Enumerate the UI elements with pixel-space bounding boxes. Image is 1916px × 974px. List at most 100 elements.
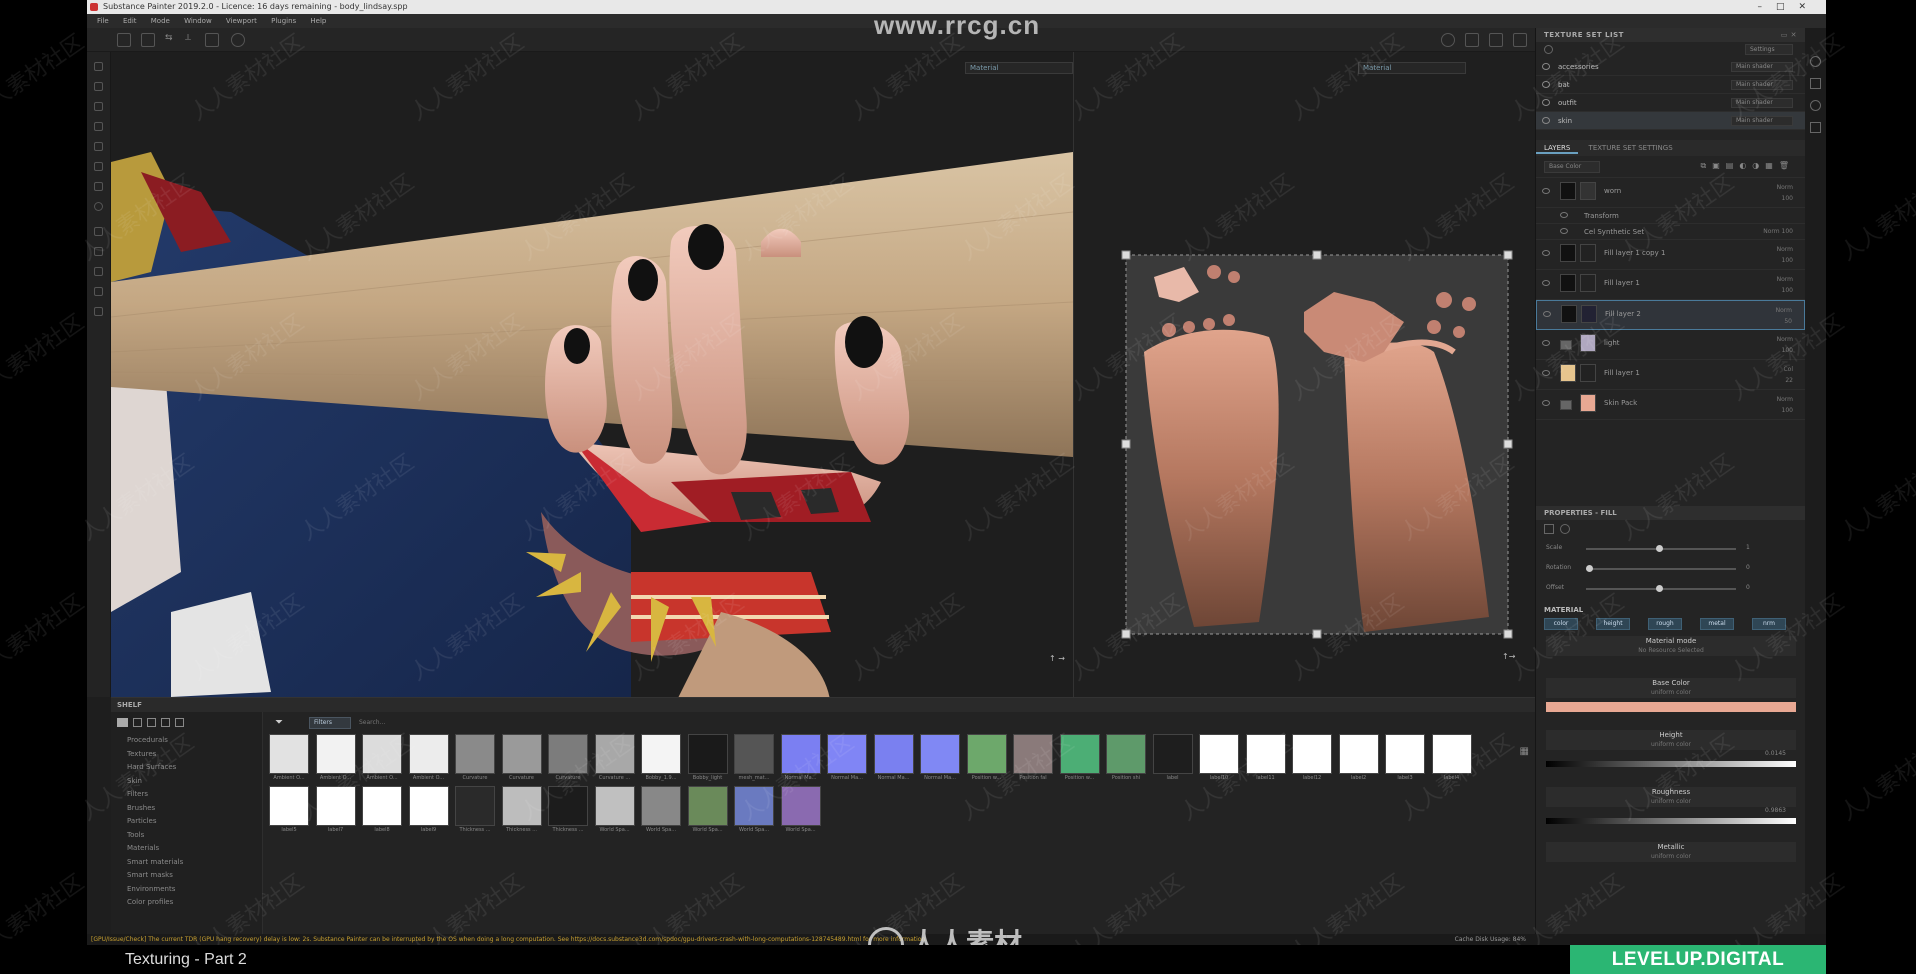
shelf-thumbnail[interactable] (362, 786, 402, 826)
material-metal-button[interactable]: metal (1700, 618, 1734, 630)
shelf-search-input[interactable] (357, 716, 537, 729)
shader-dock-icon[interactable] (1810, 122, 1821, 133)
video-icon[interactable] (1489, 33, 1503, 47)
folder-icon[interactable] (117, 718, 128, 727)
shelf-thumbnail[interactable] (1292, 734, 1332, 774)
menu-edit[interactable]: Edit (123, 17, 137, 25)
shelf-thumbnail[interactable] (455, 734, 495, 774)
menu-viewport[interactable]: Viewport (226, 17, 257, 25)
folder-row[interactable]: Skin Pack Norm 100 (1536, 390, 1805, 420)
layer-row-selected[interactable]: Fill layer 2 Norm 50 (1536, 300, 1805, 330)
color-picker-icon[interactable] (94, 202, 103, 211)
projection-icon[interactable] (94, 102, 103, 111)
paint-brush-icon[interactable] (94, 62, 103, 71)
rotation-slider[interactable]: Rotation 0 (1536, 558, 1806, 578)
layer-row[interactable]: Fill layer 1 copy 1 Norm 100 (1536, 240, 1805, 270)
shelf-thumbnail[interactable] (734, 734, 774, 774)
shelf-category[interactable]: Smart masks (111, 869, 262, 883)
filter-chip[interactable]: Filters (309, 717, 351, 729)
visibility-eye-icon[interactable] (1560, 212, 1568, 218)
panel-close-icon[interactable]: ▭ ✕ (1781, 28, 1797, 42)
shelf-thumbnail[interactable] (455, 786, 495, 826)
geometry-decal-icon[interactable] (94, 122, 103, 131)
eraser-icon[interactable] (94, 82, 103, 91)
shelf-category[interactable]: Particles (111, 815, 262, 829)
render-icon[interactable] (1441, 33, 1455, 47)
texture-set-row-selected[interactable]: skin Main shader (1536, 112, 1805, 130)
menu-file[interactable]: File (97, 17, 109, 25)
shelf-thumbnail[interactable] (873, 734, 914, 774)
camera-icon[interactable] (1465, 33, 1479, 47)
shelf-thumbnail[interactable] (1338, 734, 1379, 774)
shelf-thumbnail[interactable] (501, 734, 542, 774)
shelf-thumbnail[interactable] (269, 734, 309, 774)
tab-layers[interactable]: LAYERS (1536, 144, 1579, 154)
mirror-icon[interactable]: ⟂ (185, 33, 199, 47)
uv-projection-icon[interactable] (1544, 524, 1554, 534)
triplanar-icon[interactable] (1560, 524, 1570, 534)
tab-texture-set-settings[interactable]: TEXTURE SET SETTINGS (1581, 144, 1681, 152)
display-dock-icon[interactable] (1810, 100, 1821, 111)
import-icon[interactable] (147, 718, 156, 727)
visibility-eye-icon[interactable] (1543, 311, 1551, 317)
layout-2d3d-icon[interactable] (117, 33, 131, 47)
screenshot-icon[interactable] (1513, 33, 1527, 47)
shelf-thumbnail[interactable] (920, 734, 960, 774)
viewport-3d-display-select[interactable]: Material (965, 62, 1073, 74)
visibility-eye-icon[interactable] (1542, 280, 1550, 286)
grid-view-icon[interactable]: ▦ (1520, 746, 1529, 757)
shader-settings-icon[interactable] (94, 267, 103, 276)
visibility-eye-icon[interactable] (1560, 228, 1568, 234)
properties-toolbar (1536, 520, 1806, 538)
shelf-category[interactable]: Smart materials (111, 856, 262, 870)
shelf-thumbnail[interactable] (408, 786, 449, 826)
visibility-eye-icon[interactable] (1542, 117, 1550, 124)
visibility-eye-icon[interactable] (1542, 188, 1550, 194)
shelf-category[interactable]: Materials (111, 842, 262, 856)
settings-circle-icon[interactable] (231, 33, 245, 47)
shelf-thumbnail[interactable] (687, 734, 728, 774)
shelf-title: SHELF (111, 698, 1535, 712)
menu-window[interactable]: Window (184, 17, 212, 25)
height-header: Height uniform color (1546, 730, 1796, 750)
shelf-category[interactable]: Environments (111, 883, 262, 897)
shelf-thumbnail[interactable] (594, 786, 635, 826)
symmetry-icon[interactable]: ⇆ (165, 33, 179, 47)
layer-row[interactable]: Fill layer 1 Norm 100 (1536, 270, 1805, 300)
scale-slider[interactable]: Scale 1 (1536, 538, 1806, 558)
base-color-swatch[interactable] (1546, 702, 1796, 712)
shelf-thumbnail[interactable] (1385, 734, 1425, 774)
channel-select[interactable]: Base Color (1544, 161, 1600, 173)
refresh-icon[interactable] (161, 718, 170, 727)
shelf-thumbnail[interactable] (1106, 734, 1146, 774)
shelf-thumbnail[interactable] (1152, 734, 1193, 774)
shelf-category[interactable]: Brushes (111, 802, 262, 816)
menu-plugins[interactable]: Plugins (271, 17, 296, 25)
export-icon[interactable] (94, 287, 103, 296)
texture-set-settings-select[interactable]: Settings (1745, 44, 1793, 55)
visibility-eye-icon[interactable] (1542, 340, 1550, 346)
layout-3d-icon[interactable] (141, 33, 155, 47)
texture-set-dock-icon[interactable] (1810, 78, 1821, 89)
filter-funnel-icon[interactable]: ⏷ (275, 717, 283, 728)
offset-slider[interactable]: Offset 0 (1536, 578, 1806, 598)
window-controls[interactable]: –□✕ (1757, 0, 1820, 14)
log-icon[interactable] (94, 307, 103, 316)
visibility-eye-icon[interactable] (1542, 400, 1550, 406)
frame-icon[interactable] (205, 33, 219, 47)
texture-set-filter-icon[interactable] (1544, 45, 1553, 54)
shelf-thumbnail[interactable] (641, 786, 681, 826)
watermark-tile: 人人素材社区 (0, 309, 89, 407)
material-rough-button[interactable]: rough (1648, 618, 1682, 630)
visibility-eye-icon[interactable] (1542, 250, 1550, 256)
clone-icon[interactable] (94, 182, 103, 191)
shelf-category[interactable]: Tools (111, 829, 262, 843)
smudge-icon[interactable] (94, 162, 103, 171)
polygon-fill-icon[interactable] (94, 142, 103, 151)
shelf-thumbnail[interactable] (641, 734, 681, 774)
new-folder-icon[interactable] (133, 718, 142, 727)
shelf-thumbnail[interactable] (687, 786, 728, 826)
menu-mode[interactable]: Mode (151, 17, 170, 25)
menu-help[interactable]: Help (310, 17, 326, 25)
roughness-gradient-slider[interactable] (1546, 818, 1796, 824)
